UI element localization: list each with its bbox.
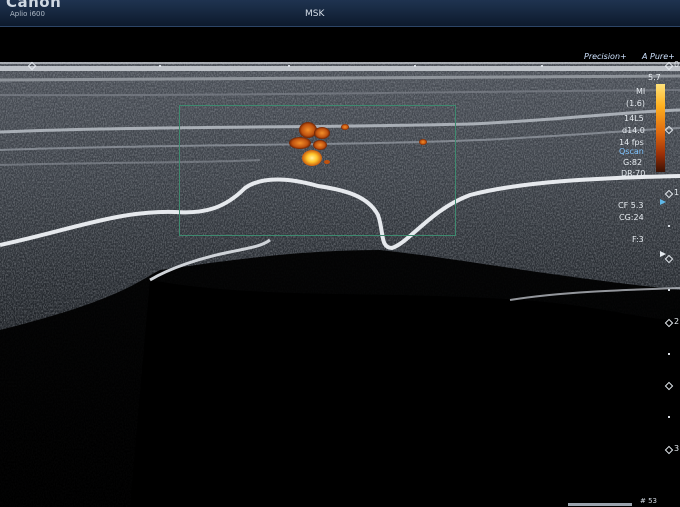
cine-progress-bar[interactable] (568, 503, 632, 506)
color-roi-box[interactable] (179, 105, 456, 236)
velocity-scale-max: 5.7 (648, 73, 661, 82)
top-tick-3 (414, 65, 416, 67)
precision-label: Precision+ (584, 52, 627, 61)
frame-counter: # 53 (640, 497, 657, 505)
depth-label-1: 1 (674, 188, 680, 197)
top-tick-1 (159, 65, 161, 67)
ultrasound-screen: Canon Aplio i600 MSK Precision+ A Pure+ … (0, 0, 680, 507)
focus-marker-icon[interactable] (660, 251, 666, 257)
apure-label: A Pure+ (642, 52, 675, 61)
qscan-label: Qscan (619, 147, 644, 156)
focus-marker-icon[interactable] (660, 199, 666, 205)
depth-label-3: 3 (674, 444, 680, 453)
color-frequency-label: CF 5.3 (618, 201, 644, 210)
dynamic-range-label: DR:70 (621, 169, 646, 178)
depth-label-2: 2 (674, 317, 680, 326)
mi-value: (1.6) (626, 99, 645, 108)
depth-tick (668, 416, 670, 418)
device-model: Aplio i600 (10, 10, 45, 18)
exam-preset: MSK (305, 9, 325, 19)
header-bar: Canon Aplio i600 MSK (0, 0, 680, 27)
color-gain-label: CG:24 (619, 213, 644, 222)
mi-label: MI (636, 87, 646, 96)
depth-tick (668, 289, 670, 291)
probe-label: 14L5 (624, 114, 644, 123)
focus-label: F:3 (632, 235, 644, 244)
gain-label: G:82 (623, 158, 643, 167)
depth-label-0: 0 (674, 60, 680, 69)
depth-tick (668, 225, 670, 227)
depth-tick (668, 353, 670, 355)
frame-rate-label: 14 fps (619, 138, 644, 147)
ultrasound-image (0, 62, 680, 507)
color-scale-bar (656, 84, 665, 172)
frequency-label: d14.0 (622, 126, 645, 135)
top-tick-2 (288, 65, 290, 67)
top-tick-4 (541, 65, 543, 67)
